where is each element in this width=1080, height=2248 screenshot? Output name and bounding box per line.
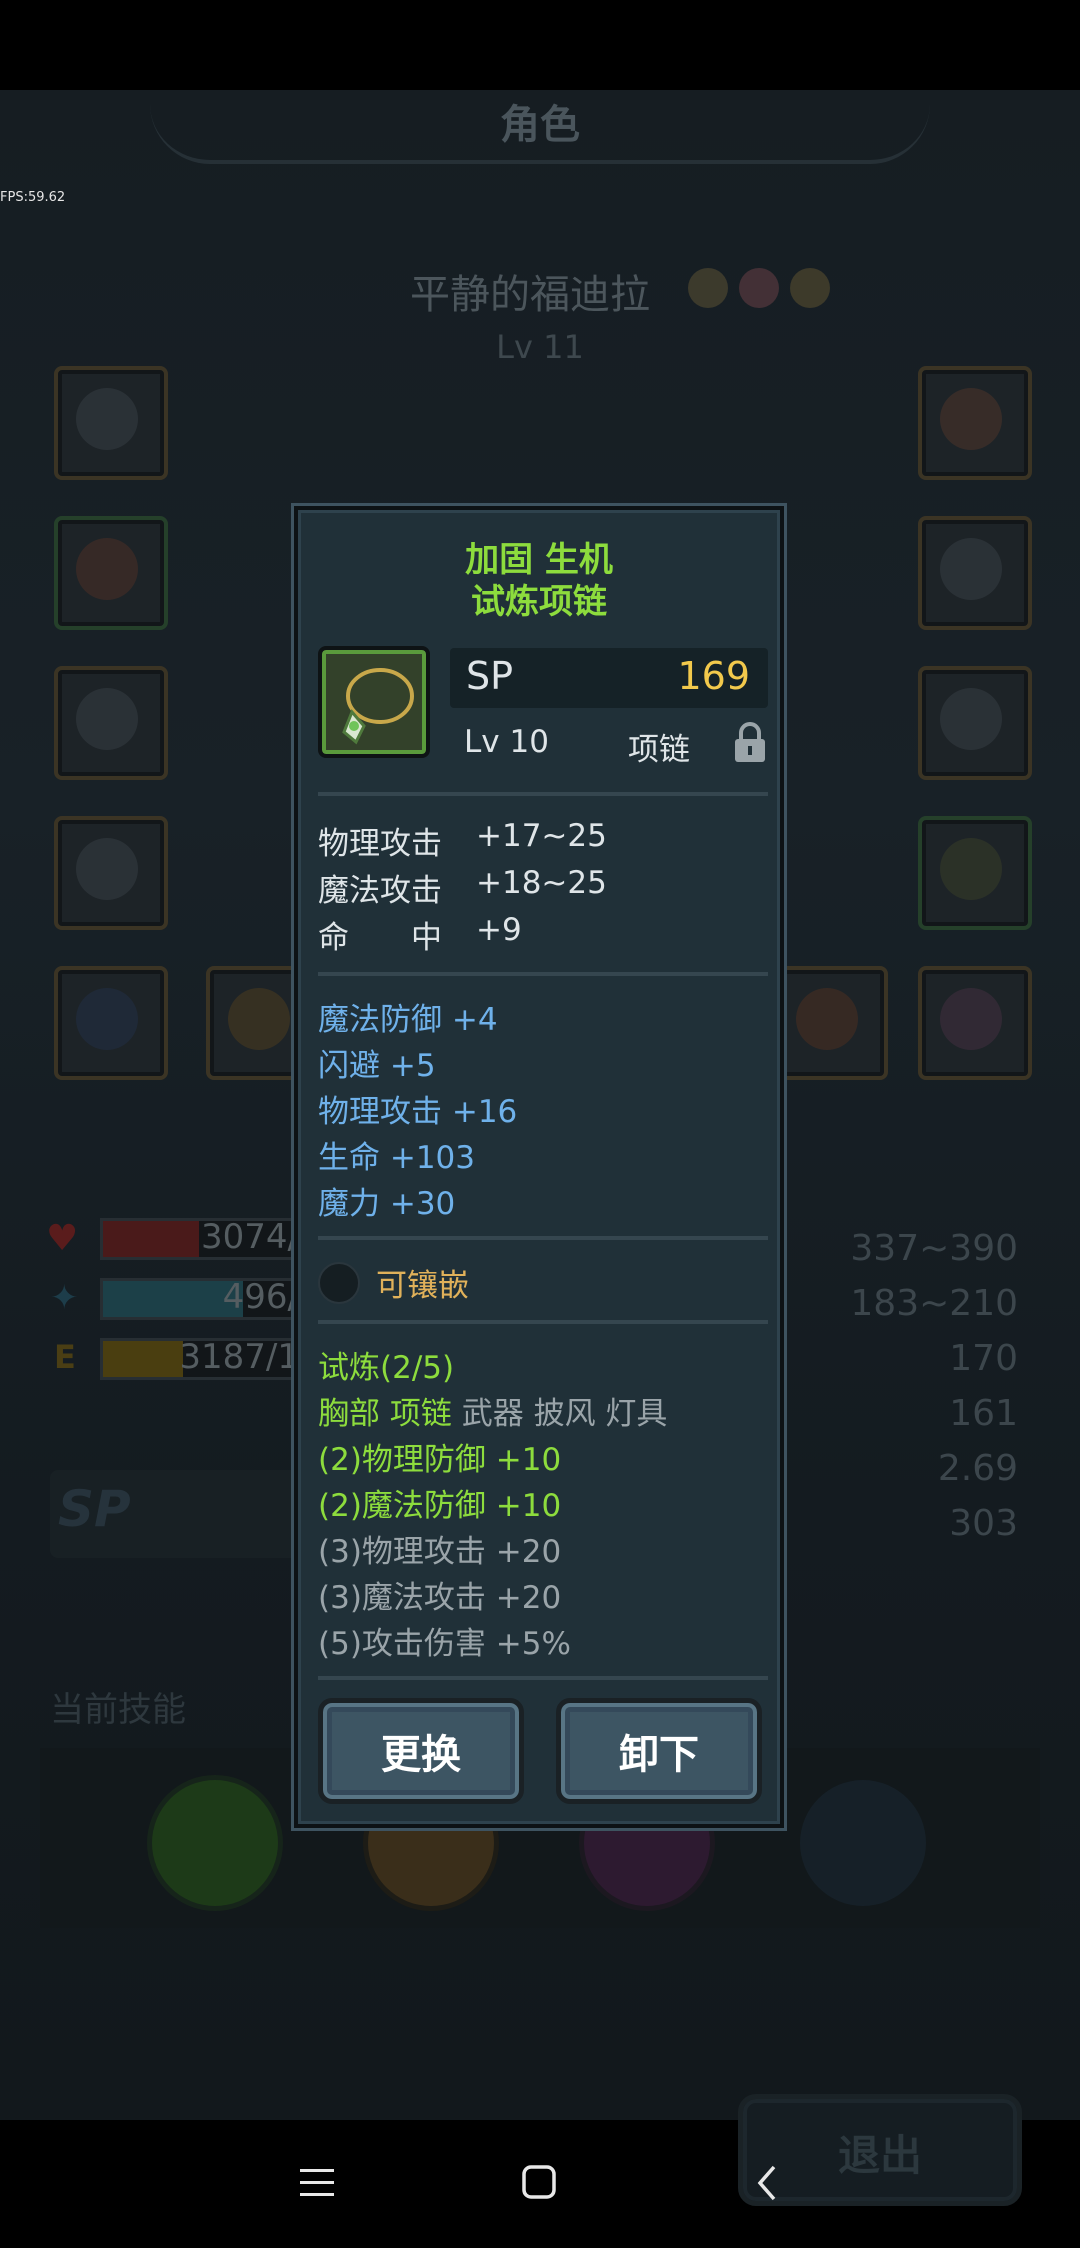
exp-bar: 3187/1 xyxy=(100,1337,306,1380)
socket-icon xyxy=(318,1262,360,1304)
screen-title: 角色 xyxy=(500,102,580,148)
exp-bar-fill xyxy=(103,1341,183,1377)
stat-value: 303 xyxy=(949,1503,1018,1544)
sp-panel-label: SP xyxy=(58,1480,131,1538)
base-stat-name: 物理攻击 xyxy=(318,826,442,862)
stat-value: 183~210 xyxy=(850,1283,1018,1324)
base-stat-value: +18~25 xyxy=(476,865,607,901)
hp-value: 3074/ xyxy=(201,1217,299,1257)
skills-label: 当前技能 xyxy=(50,1690,186,1730)
equip-slot-food[interactable] xyxy=(918,366,1032,480)
set-parts-owned: 胸部 项链 xyxy=(318,1396,452,1432)
item-title-name: 试炼项链 xyxy=(471,582,607,622)
item-sp-label: SP xyxy=(466,654,514,698)
extra-stat: 生命 +103 xyxy=(318,1140,475,1176)
set-parts-missing: 武器 披风 灯具 xyxy=(461,1396,668,1432)
unequip-button[interactable]: 卸下 xyxy=(556,1698,762,1804)
badge-icon xyxy=(790,268,831,308)
character-level: Lv 11 xyxy=(496,328,584,366)
item-level: Lv 10 xyxy=(464,724,549,760)
mp-bar: 496/ xyxy=(100,1277,306,1320)
equip-slot-gloves[interactable] xyxy=(54,816,168,930)
badge-icon xyxy=(688,268,728,308)
equip-slot-helmet[interactable] xyxy=(54,366,168,480)
back-icon[interactable] xyxy=(752,2163,782,2203)
item-type: 项链 xyxy=(628,732,690,768)
equip-slot-boots[interactable] xyxy=(54,666,168,780)
item-sp-value: 169 xyxy=(677,654,750,698)
base-stat-value: +17~25 xyxy=(476,818,607,854)
equip-slot-armor[interactable] xyxy=(54,516,168,630)
set-bonus-inactive: (3)魔法攻击 +20 xyxy=(318,1580,562,1616)
divider xyxy=(318,972,768,976)
fps-counter: FPS:59.62 xyxy=(0,190,66,205)
stat-value: 161 xyxy=(949,1393,1018,1434)
badge-icon xyxy=(739,268,780,308)
mp-value: 496/ xyxy=(222,1277,299,1317)
item-detail-dialog: 加固 生机 试炼项链 SP 169 Lv 10 项链 物理攻击 +17~25 魔… xyxy=(294,506,784,1828)
set-bonus-active: (2)魔法防御 +10 xyxy=(318,1488,562,1524)
extra-stat: 物理攻击 +16 xyxy=(318,1094,518,1130)
heart-icon: ♥ xyxy=(46,1218,79,1259)
character-name: 平静的福迪拉 xyxy=(410,272,650,318)
mana-icon: ✦ xyxy=(50,1278,79,1318)
equip-slot-cloak[interactable] xyxy=(54,966,168,1080)
set-name: 试炼(2/5) xyxy=(318,1350,455,1386)
socket-label: 可镶嵌 xyxy=(376,1268,469,1304)
equip-slot-shield[interactable] xyxy=(774,966,888,1080)
replace-button[interactable]: 更换 xyxy=(318,1698,524,1804)
exp-value: 3187/1 xyxy=(179,1337,299,1377)
base-stat-name: 魔法攻击 xyxy=(318,873,442,909)
lock-icon[interactable] xyxy=(732,720,768,764)
extra-stat: 闪避 +5 xyxy=(318,1048,436,1084)
divider xyxy=(318,1236,768,1240)
set-parts: 胸部 项链 武器 披风 灯具 xyxy=(318,1388,667,1433)
divider xyxy=(318,1320,768,1324)
skill-slot-4[interactable] xyxy=(800,1780,926,1906)
base-stat-name: 命 中 xyxy=(318,920,442,956)
equip-slot-ring-1[interactable] xyxy=(918,516,1032,630)
hp-bar: 3074/ xyxy=(100,1217,306,1260)
set-bonus-active: (2)物理防御 +10 xyxy=(318,1442,562,1478)
hp-bar-fill xyxy=(103,1221,199,1257)
equip-slot-ring-2[interactable] xyxy=(918,666,1032,780)
extra-stat: 魔力 +30 xyxy=(318,1186,456,1222)
extra-stat: 魔法防御 +4 xyxy=(318,1002,498,1038)
item-icon-frame xyxy=(318,646,430,758)
exp-icon: E xyxy=(54,1338,76,1376)
title-badges xyxy=(688,268,831,312)
set-bonus-inactive: (3)物理攻击 +20 xyxy=(318,1534,562,1570)
stat-value: 170 xyxy=(949,1338,1018,1379)
base-stat-value: +9 xyxy=(476,912,522,948)
equip-slot-necklace[interactable] xyxy=(918,816,1032,930)
set-bonus-inactive: (5)攻击伤害 +5% xyxy=(318,1626,571,1662)
stat-value: 337~390 xyxy=(850,1228,1018,1269)
stat-value: 2.69 xyxy=(937,1448,1018,1489)
menu-icon[interactable] xyxy=(298,2166,338,2200)
necklace-icon xyxy=(342,668,414,745)
divider xyxy=(318,792,768,796)
skill-slot-1[interactable] xyxy=(152,1780,278,1906)
divider xyxy=(318,1676,768,1680)
home-icon[interactable] xyxy=(520,2163,560,2203)
equip-slot-lamp[interactable] xyxy=(918,966,1032,1080)
